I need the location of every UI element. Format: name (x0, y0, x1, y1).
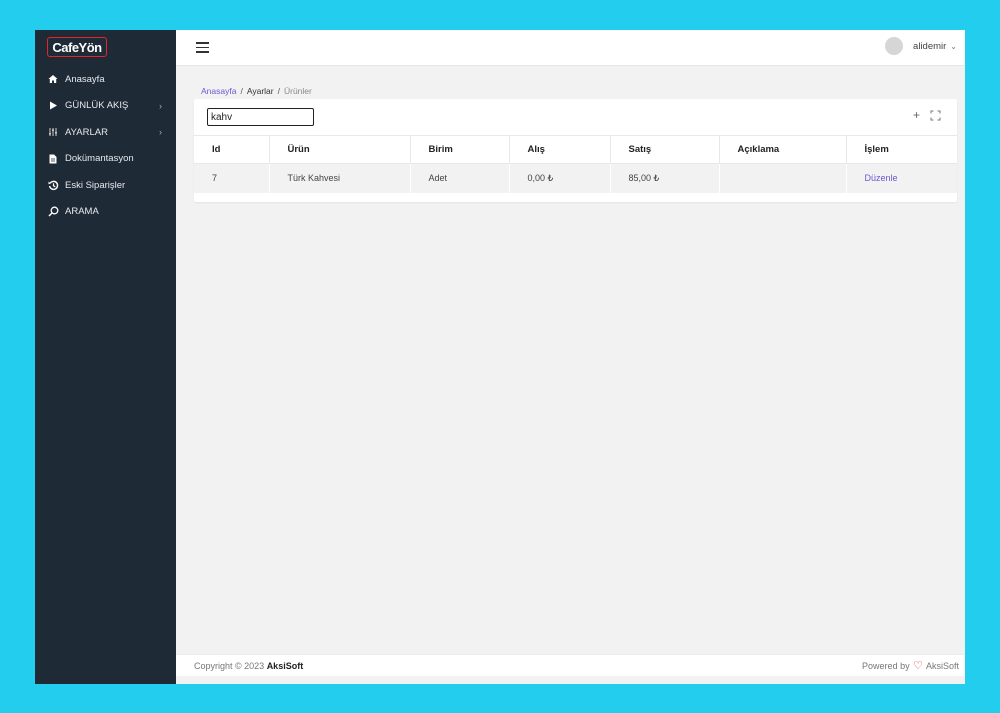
sidebar: CafeYön Anasayfa GÜNLÜK AKIŞ › AYARLAR ›… (35, 30, 176, 684)
sidebar-item-gunluk-akis[interactable]: GÜNLÜK AKIŞ › (35, 93, 176, 120)
sidebar-item-label: Eski Siparişler (65, 179, 126, 191)
topbar: alidemir ⌄ (176, 30, 965, 66)
play-icon (47, 101, 59, 110)
powered-by-text: Powered by (862, 661, 910, 671)
column-header-satis[interactable]: Satış (610, 135, 720, 164)
products-card: + Id Ürün Birim Alış Satış Açıklama İşle… (194, 99, 957, 202)
copyright-text: Copyright © 2023 (194, 660, 265, 671)
sidebar-item-label: ARAMA (65, 206, 99, 218)
footer-powered: Powered by ♡ AksiSoft (862, 659, 959, 672)
document-icon (47, 154, 59, 164)
copyright-company[interactable]: AksiSoft (267, 661, 304, 671)
cell-action: Düzenle (846, 163, 957, 193)
table-header-row: Id Ürün Birim Alış Satış Açıklama İşlem (194, 135, 957, 164)
card-tools: + (913, 108, 941, 124)
sidebar-item-label: GÜNLÜK AKIŞ (65, 100, 129, 112)
cell-id: 7 (194, 163, 270, 193)
sidebar-item-eski-siparisler[interactable]: Eski Siparişler (35, 172, 176, 199)
breadcrumb-separator: / (277, 86, 280, 96)
sidebar-item-anasayfa[interactable]: Anasayfa (35, 66, 176, 93)
add-icon[interactable]: + (913, 108, 920, 124)
chevron-down-icon[interactable]: ⌄ (950, 42, 957, 51)
column-header-id[interactable]: Id (194, 135, 270, 164)
edit-link[interactable]: Düzenle (865, 173, 898, 183)
history-icon (47, 180, 59, 191)
breadcrumb-current: Ürünler (283, 86, 312, 96)
sidebar-nav: Anasayfa GÜNLÜK AKIŞ › AYARLAR › Doküman… (35, 66, 176, 225)
cell-unit: Adet (410, 163, 510, 193)
cell-sell-price: 85,00 ₺ (610, 163, 720, 193)
breadcrumb-settings[interactable]: Ayarlar (247, 86, 274, 96)
sidebar-item-dokumantasyon[interactable]: Dokümantasyon (35, 146, 176, 173)
heart-icon: ♡ (913, 660, 923, 672)
breadcrumb-home-link[interactable]: Anasayfa (201, 86, 236, 96)
avatar[interactable] (885, 37, 904, 55)
cell-description (719, 163, 847, 193)
column-header-birim[interactable]: Birim (410, 135, 510, 164)
app-window: CafeYön Anasayfa GÜNLÜK AKIŞ › AYARLAR ›… (35, 30, 965, 684)
brand-logo[interactable]: CafeYön (47, 37, 107, 57)
sidebar-item-arama[interactable]: ARAMA (35, 199, 176, 226)
breadcrumb-separator: / (240, 86, 243, 96)
cell-product: Türk Kahvesi (269, 163, 411, 193)
fullscreen-icon[interactable] (930, 108, 941, 124)
sidebar-item-label: AYARLAR (65, 126, 108, 138)
chevron-right-icon: › (159, 100, 162, 111)
column-header-urun[interactable]: Ürün (269, 135, 411, 164)
sidebar-item-label: Dokümantasyon (65, 153, 134, 165)
sidebar-item-ayarlar[interactable]: AYARLAR › (35, 119, 176, 146)
table-row: 7 Türk Kahvesi Adet 0,00 ₺ 85,00 ₺ Düzen… (194, 163, 957, 193)
hamburger-menu-icon[interactable] (196, 42, 209, 53)
powered-company[interactable]: AksiSoft (926, 661, 959, 671)
products-table: Id Ürün Birim Alış Satış Açıklama İşlem … (194, 135, 957, 193)
home-icon (47, 74, 59, 84)
user-menu[interactable]: alidemir ⌄ (885, 37, 957, 55)
footer-copyright: Copyright © 2023 AksiSoft (194, 661, 303, 671)
breadcrumb: Anasayfa / Ayarlar / Ürünler (201, 86, 312, 96)
column-header-islem[interactable]: İşlem (846, 135, 957, 164)
sidebar-item-label: Anasayfa (65, 73, 105, 85)
search-input[interactable] (207, 108, 314, 126)
username[interactable]: alidemir (913, 41, 946, 52)
sliders-icon (47, 127, 59, 137)
footer: Copyright © 2023 AksiSoft Powered by ♡ A… (176, 654, 965, 676)
column-header-aciklama[interactable]: Açıklama (719, 135, 847, 164)
column-header-alis[interactable]: Alış (509, 135, 611, 164)
chevron-right-icon: › (159, 127, 162, 137)
cell-buy-price: 0,00 ₺ (509, 163, 611, 193)
search-icon (47, 206, 59, 217)
